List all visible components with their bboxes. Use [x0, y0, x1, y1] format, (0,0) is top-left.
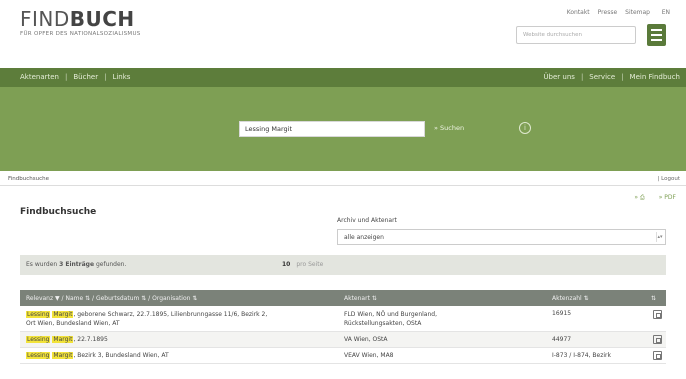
table-row[interactable]: Lessing Margit, 22.7.1895 VA Wien, OStA … [20, 332, 666, 348]
nav-left: Aktenarten | Bücher | Links [20, 73, 130, 81]
header-sort-aktenzahl[interactable]: Aktenzahl ⇅ [552, 295, 589, 302]
logout-link[interactable]: | Logout [658, 176, 680, 182]
top-links: Kontakt Presse Sitemap [567, 9, 650, 16]
header-sort-aktenart[interactable]: Aktenart ⇅ [344, 295, 377, 302]
logo-subtitle: FÜR OPFER DES NATIONALSOZIALISMUS [20, 31, 141, 37]
site-header: FINDBUCH FÜR OPFER DES NATIONALSOZIALISM… [0, 0, 686, 68]
nav-item-ueber-uns[interactable]: Über uns [543, 73, 575, 81]
results-table: Relevanz ▼ / Name ⇅ / Geburtsdatum ⇅ / O… [20, 290, 666, 364]
row-name-cell: Lessing Margit, 22.7.1895 [26, 336, 108, 343]
per-page-value: 10 [282, 261, 291, 268]
highlight-lastname: Lessing [26, 311, 51, 318]
logo-title: FINDBUCH [20, 7, 135, 31]
result-info-bar: Es wurden 3 Einträge gefunden. 10 pro Sei… [20, 255, 666, 275]
row-aktenzahl-cell: I-873 / I-874, Bezirk [552, 352, 611, 359]
nav-item-mein-findbuch[interactable]: Mein Findbuch [630, 73, 680, 81]
nav-separator: | [621, 73, 624, 81]
menu-icon-bar [651, 39, 662, 41]
row-aktenart-cell: FLD Wien, NÖ und Burgenland, Rückstellung… [344, 311, 437, 327]
export-links: » ⎙ » PDF [634, 194, 676, 202]
per-page-label: pro Seite [296, 261, 324, 268]
select-arrow-icon: ▴▾ [656, 232, 663, 242]
info-icon[interactable]: i [519, 122, 531, 134]
view-record-icon[interactable] [653, 335, 662, 344]
toplink-sitemap[interactable]: Sitemap [625, 9, 650, 16]
row-aktenart-cell: VA Wien, OStA [344, 336, 388, 343]
pdf-button[interactable]: » PDF [659, 194, 676, 202]
archive-filter-select[interactable]: alle anzeigen ▴▾ [337, 229, 666, 245]
main-nav: Aktenarten | Bücher | Links Über uns | S… [0, 68, 686, 87]
row-aktenzahl-cell: 16915 [552, 310, 572, 317]
row-name-cell: Lessing Margit, geborene Schwarz, 22.7.1… [26, 311, 268, 327]
search-button[interactable]: » Suchen [434, 124, 464, 132]
breadcrumb-bar: Findbuchsuche | Logout [0, 174, 686, 186]
highlight-firstname: Margit [52, 352, 74, 359]
highlight-firstname: Margit [52, 311, 74, 318]
nav-item-links[interactable]: Links [112, 73, 130, 81]
nav-separator: | [104, 73, 107, 81]
toplink-presse[interactable]: Presse [598, 9, 617, 16]
per-page-selector[interactable]: 10 pro Seite [282, 261, 323, 268]
filter-label: Archiv und Aktenart [337, 217, 397, 224]
findbuch-logo[interactable]: FINDBUCH FÜR OPFER DES NATIONALSOZIALISM… [20, 9, 141, 37]
menu-icon[interactable] [647, 24, 666, 46]
nav-item-service[interactable]: Service [589, 73, 615, 81]
row-name-cell: Lessing Margit, Bezirk 3, Bundesland Wie… [26, 352, 169, 359]
table-header: Relevanz ▼ / Name ⇅ / Geburtsdatum ⇅ / O… [20, 290, 666, 306]
nav-separator: | [65, 73, 68, 81]
result-count-text: Es wurden 3 Einträge gefunden. [26, 261, 127, 268]
breadcrumb[interactable]: Findbuchsuche [8, 176, 49, 182]
row-aktenart-cell: VEAV Wien, MA8 [344, 352, 394, 359]
nav-right: Über uns | Service | Mein Findbuch [543, 73, 680, 81]
highlight-lastname: Lessing [26, 336, 51, 343]
header-sort-extra[interactable]: ⇅ [651, 295, 656, 302]
table-row[interactable]: Lessing Margit, Bezirk 3, Bundesland Wie… [20, 348, 666, 364]
highlight-firstname: Margit [52, 336, 74, 343]
nav-item-aktenarten[interactable]: Aktenarten [20, 73, 59, 81]
print-button[interactable]: » ⎙ [634, 194, 644, 202]
nav-separator: | [580, 73, 584, 81]
header-sort-relevance-name[interactable]: Relevanz ▼ / Name ⇅ / Geburtsdatum ⇅ / O… [26, 295, 197, 302]
view-record-icon[interactable] [653, 310, 662, 319]
menu-icon-bar [651, 34, 662, 36]
filter-selected-value: alle anzeigen [344, 234, 384, 241]
table-row[interactable]: Lessing Margit, geborene Schwarz, 22.7.1… [20, 306, 666, 332]
site-search-input[interactable]: Website durchsuchen [516, 26, 636, 44]
result-count: 3 Einträge [59, 261, 95, 268]
language-switch[interactable]: EN [662, 9, 670, 16]
nav-item-buecher[interactable]: Bücher [73, 73, 98, 81]
page-title: Findbuchsuche [20, 207, 97, 217]
row-aktenzahl-cell: 44977 [552, 336, 572, 343]
toplink-kontakt[interactable]: Kontakt [567, 9, 590, 16]
view-record-icon[interactable] [653, 351, 662, 360]
highlight-lastname: Lessing [26, 352, 51, 359]
menu-icon-bar [651, 29, 662, 31]
search-input[interactable]: Lessing Margit [239, 121, 425, 137]
